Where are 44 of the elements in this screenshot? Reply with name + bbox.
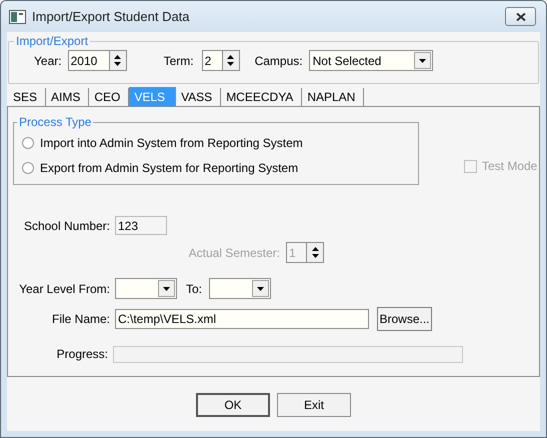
caret-icon [163,286,170,290]
year-level-to-label: To: [186,280,202,298]
down-arrow-icon [227,62,234,66]
down-arrow-icon [114,62,122,66]
school-number-label: School Number: [22,218,110,234]
close-button[interactable] [505,7,536,26]
dropdown-button[interactable] [414,52,431,69]
radio-button[interactable] [22,137,34,150]
campus-label: Campus: [254,52,303,70]
group-title: Process Type [18,114,92,131]
dialog-button[interactable]: Exit [277,393,351,417]
year-label: Year: [34,52,62,70]
file-name-field[interactable]: C:\temp\VELS.xml [115,309,369,329]
caret-icon [418,58,426,62]
close-icon [516,12,526,20]
up-arrow-icon [114,54,122,59]
dropdown-button[interactable] [158,280,175,297]
year-level-from-label: Year Level From: [18,280,110,298]
dialog-button[interactable]: OK [196,393,270,417]
checkbox-label: Test Mode [482,158,538,175]
radio-label: Import into Admin System from Reporting System [40,135,303,152]
browse-button[interactable]: Browse... [377,307,432,331]
file-name-label: File Name: [50,311,110,328]
caret-icon [257,286,264,290]
term-label: Term: [164,52,194,70]
up-arrow-icon [227,54,234,59]
radio-button[interactable] [22,162,34,174]
down-arrow-icon [312,254,318,258]
campus-dropdown[interactable]: Not Selected [308,50,433,71]
radio-label: Export from Admin System for Reporting System [40,160,298,177]
spin-buttons[interactable] [222,50,240,71]
spin-buttons[interactable] [306,242,324,263]
group-title: Import/Export [15,33,90,50]
up-arrow-icon [312,246,318,251]
year-field[interactable]: 2010 [68,50,109,71]
window-icon [9,10,26,24]
actual-semester-label: Actual Semester: [188,244,280,262]
dropdown-value: Not Selected [312,54,382,68]
spin-buttons[interactable] [108,50,127,71]
term-field[interactable]: 2 [202,50,222,71]
progress-label: Progress: [56,346,108,363]
window-title: Import/Export Student Data [32,8,190,26]
school-number-field[interactable]: 123 [115,216,167,235]
dropdown-button[interactable] [252,280,270,297]
